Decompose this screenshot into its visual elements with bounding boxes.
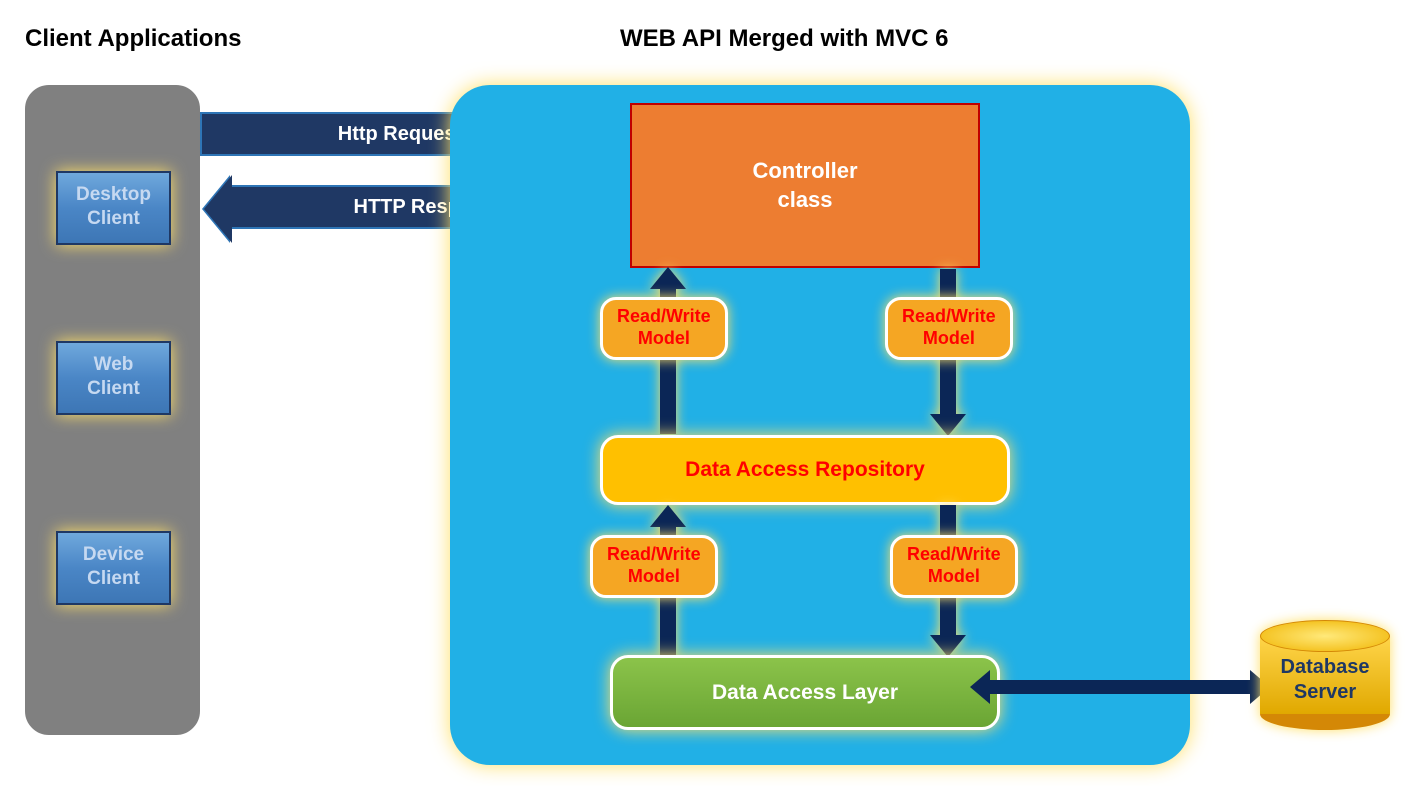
device-client-label: Device Client	[83, 544, 144, 589]
arrow-dal-db	[990, 680, 1250, 694]
rw-badge-lower-left: Read/Write Model	[590, 535, 718, 598]
main-title: WEB API Merged with MVC 6	[620, 25, 948, 53]
web-client-box: Web Client	[56, 341, 171, 415]
rw-badge-upper-right: Read/Write Model	[885, 297, 1013, 360]
rw-badge-upper-left: Read/Write Model	[600, 297, 728, 360]
rw-badge-lower-right-label: Read/Write Model	[907, 544, 1001, 586]
rw-badge-upper-left-label: Read/Write Model	[617, 306, 711, 348]
clients-panel: Desktop Client Web Client Device Client	[25, 85, 200, 735]
database-label: Database Server	[1260, 655, 1390, 705]
web-client-label: Web Client	[87, 354, 140, 399]
clients-title: Client Applications	[25, 25, 241, 53]
dal-box: Data Access Layer	[610, 655, 1000, 730]
http-request-label: Http Request	[338, 123, 462, 146]
repository-label: Data Access Repository	[685, 458, 925, 482]
device-client-box: Device Client	[56, 531, 171, 605]
rw-badge-lower-right: Read/Write Model	[890, 535, 1018, 598]
database-label-text: Database Server	[1281, 656, 1370, 703]
dal-label: Data Access Layer	[712, 681, 898, 705]
rw-badge-upper-right-label: Read/Write Model	[902, 306, 996, 348]
controller-label: Controller class	[752, 157, 857, 214]
desktop-client-box: Desktop Client	[56, 171, 171, 245]
rw-badge-lower-left-label: Read/Write Model	[607, 544, 701, 586]
db-top-shape	[1260, 620, 1390, 652]
main-panel: Controller class Read/Write Model Read/W…	[450, 85, 1190, 765]
controller-box: Controller class	[630, 103, 980, 268]
repository-box: Data Access Repository	[600, 435, 1010, 505]
desktop-client-label: Desktop Client	[76, 184, 151, 229]
